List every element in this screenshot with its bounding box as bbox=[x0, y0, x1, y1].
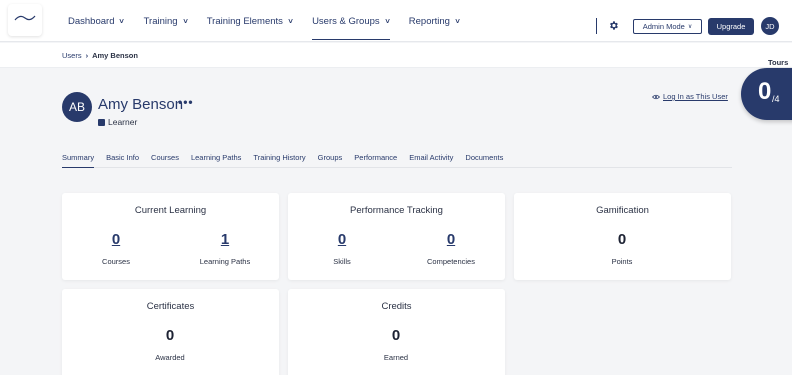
current-learning-card: Current Learning 0 Courses 1 Learning Pa… bbox=[62, 193, 279, 280]
user-avatar[interactable]: JD bbox=[761, 17, 779, 35]
learning-paths-count-link[interactable]: 1 bbox=[175, 231, 275, 248]
competencies-metric-label: Competencies bbox=[427, 257, 475, 266]
nav-reporting[interactable]: Reporting ∨ bbox=[408, 0, 461, 42]
nav-training-label: Training bbox=[143, 15, 178, 27]
card-title: Certificates bbox=[146, 301, 195, 312]
card-title: Performance Tracking bbox=[350, 205, 443, 216]
learning-paths-metric: 1 Learning Paths bbox=[175, 231, 275, 266]
skills-count-link[interactable]: 0 bbox=[292, 231, 392, 248]
tab-training-history[interactable]: Training History bbox=[253, 148, 305, 167]
nav-training[interactable]: Training ∨ bbox=[143, 0, 189, 42]
awarded-count: 0 bbox=[165, 327, 175, 344]
chevron-down-icon: ∨ bbox=[287, 18, 294, 25]
competencies-count-link[interactable]: 0 bbox=[401, 231, 501, 248]
eye-icon bbox=[652, 94, 660, 99]
gamification-card: Gamification 0 Points bbox=[514, 193, 731, 280]
tab-summary[interactable]: Summary bbox=[62, 148, 95, 168]
points-metric: 0 Points bbox=[572, 231, 672, 266]
courses-metric-label: Courses bbox=[102, 257, 130, 266]
tours-total: /4 bbox=[772, 94, 780, 104]
tab-email-activity[interactable]: Email Activity bbox=[409, 148, 453, 167]
nav-reporting-label: Reporting bbox=[408, 15, 450, 27]
earned-metric: 0 Earned bbox=[346, 327, 446, 362]
logo-wave-icon bbox=[14, 15, 36, 21]
upgrade-button[interactable]: Upgrade bbox=[708, 18, 754, 35]
tab-courses[interactable]: Courses bbox=[151, 148, 179, 167]
log-in-as-user-label: Log In as This User bbox=[663, 92, 728, 101]
awarded-metric: 0 Awarded bbox=[120, 327, 220, 362]
profile-role-label: Learner bbox=[108, 117, 138, 127]
tours-label: Tours bbox=[768, 58, 789, 67]
earned-count: 0 bbox=[391, 327, 401, 344]
app-logo[interactable] bbox=[8, 4, 42, 36]
profile-tabs: Summary Basic Info Courses Learning Path… bbox=[62, 148, 732, 168]
tours-completed: 0 bbox=[758, 78, 772, 105]
tab-documents[interactable]: Documents bbox=[465, 148, 503, 167]
tab-basic-info[interactable]: Basic Info bbox=[106, 148, 139, 167]
admin-mode-select[interactable]: Admin Mode ∨ bbox=[633, 19, 702, 34]
courses-metric: 0 Courses bbox=[66, 231, 166, 266]
nav-training-elements[interactable]: Training Elements ∨ bbox=[206, 0, 294, 42]
chevron-right-icon: › bbox=[85, 50, 89, 60]
competencies-metric: 0 Competencies bbox=[401, 231, 501, 266]
chevron-down-icon: ∨ bbox=[687, 24, 693, 30]
skills-metric-label: Skills bbox=[333, 257, 351, 266]
chevron-down-icon: ∨ bbox=[383, 18, 391, 25]
card-title: Gamification bbox=[596, 205, 649, 216]
breadcrumb-current: Amy Benson bbox=[92, 50, 138, 60]
skills-metric: 0 Skills bbox=[292, 231, 392, 266]
points-count: 0 bbox=[617, 231, 627, 248]
chevron-down-icon: ∨ bbox=[454, 18, 461, 25]
breadcrumb: Users › Amy Benson bbox=[0, 43, 792, 68]
courses-count-link[interactable]: 0 bbox=[66, 231, 166, 248]
awarded-metric-label: Awarded bbox=[155, 353, 185, 362]
profile-role: Learner bbox=[98, 117, 137, 127]
chevron-down-icon: ∨ bbox=[118, 18, 126, 25]
performance-tracking-card: Performance Tracking 0 Skills 0 Competen… bbox=[288, 193, 505, 280]
credits-card: Credits 0 Earned bbox=[288, 289, 505, 375]
points-metric-label: Points bbox=[611, 257, 633, 266]
nav-dashboard-label: Dashboard bbox=[68, 15, 115, 27]
admin-mode-label: Admin Mode bbox=[642, 22, 685, 31]
log-in-as-user-link[interactable]: Log In as This User bbox=[652, 92, 728, 101]
nav-training-elements-label: Training Elements bbox=[206, 15, 283, 27]
top-navigation-bar: Dashboard ∨ Training ∨ Training Elements… bbox=[0, 0, 792, 42]
chevron-down-icon: ∨ bbox=[181, 18, 189, 25]
gear-icon[interactable] bbox=[608, 20, 619, 31]
card-title: Credits bbox=[381, 301, 412, 312]
breadcrumb-users-link[interactable]: Users bbox=[62, 51, 82, 60]
tab-performance[interactable]: Performance bbox=[354, 148, 397, 167]
nav-users-groups-label: Users & Groups bbox=[312, 15, 380, 27]
profile-avatar: AB bbox=[62, 92, 92, 122]
id-badge-icon bbox=[98, 118, 105, 126]
more-options-icon[interactable]: ••• bbox=[178, 95, 194, 109]
earned-metric-label: Earned bbox=[383, 353, 409, 362]
nav-divider bbox=[596, 18, 597, 34]
tab-learning-paths[interactable]: Learning Paths bbox=[191, 148, 241, 167]
tab-groups[interactable]: Groups bbox=[318, 148, 343, 167]
certificates-card: Certificates 0 Awarded bbox=[62, 289, 279, 375]
main-nav: Dashboard ∨ Training ∨ Training Elements… bbox=[68, 0, 479, 42]
profile-name: Amy Benson bbox=[98, 96, 184, 113]
tours-badge[interactable]: 0 /4 bbox=[741, 68, 792, 120]
card-title: Current Learning bbox=[134, 205, 207, 216]
nav-users-groups[interactable]: Users & Groups ∨ bbox=[312, 0, 391, 42]
learning-paths-metric-label: Learning Paths bbox=[199, 257, 251, 266]
nav-dashboard[interactable]: Dashboard ∨ bbox=[68, 0, 125, 42]
